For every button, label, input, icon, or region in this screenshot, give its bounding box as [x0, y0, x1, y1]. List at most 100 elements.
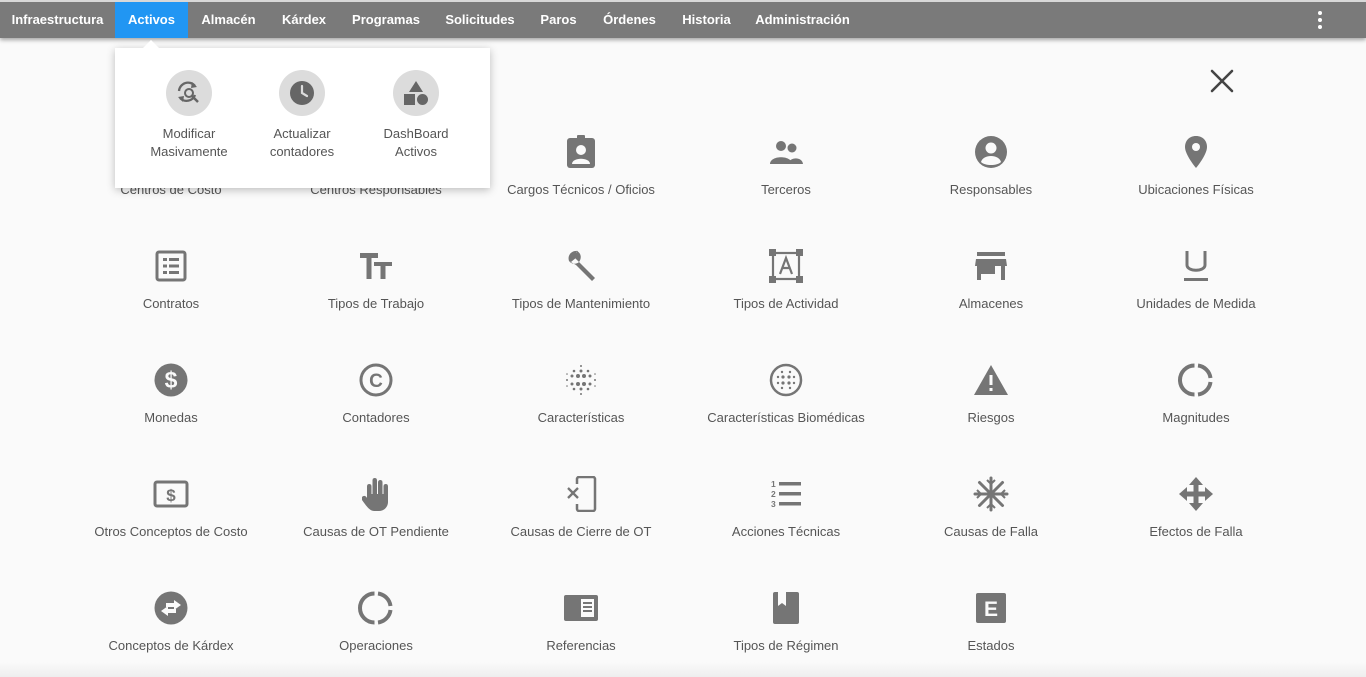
tile-label: Características: [537, 410, 625, 425]
tile-tipos-actividad[interactable]: Tipos de Actividad: [686, 248, 886, 328]
tile-estados[interactable]: E Estados: [891, 590, 1091, 670]
tile-label: Magnitudes: [1162, 410, 1230, 425]
more-vert-icon[interactable]: [1309, 2, 1331, 38]
menu-item-label: Modificar Masivamente: [134, 125, 244, 161]
svg-text:$: $: [166, 486, 176, 505]
menu-item-label: Actualizar contadores: [247, 125, 357, 161]
tile-label: Contratos: [142, 296, 200, 311]
tile-label: Causas de OT Pendiente: [303, 524, 449, 539]
tile-tipos-trabajo[interactable]: Tipos de Trabajo: [276, 248, 476, 328]
tile-label: Terceros: [761, 182, 811, 197]
tile-unidades-medida[interactable]: Unidades de Medida: [1096, 248, 1296, 328]
nav-item-administracion[interactable]: Administración: [744, 2, 861, 38]
svg-text:C: C: [369, 371, 383, 392]
format-list-numbered-icon: 1 2 3: [771, 479, 801, 509]
menu-item-label: DashBoard Activos: [361, 125, 471, 161]
tile-label: Operaciones: [339, 638, 413, 653]
menu-item-label-line2: Masivamente: [150, 144, 228, 159]
tile-efectos-falla[interactable]: Efectos de Falla: [1096, 476, 1296, 556]
tile-label: Tipos de Mantenimiento: [511, 296, 651, 311]
icon-circle: [279, 70, 325, 116]
bottom-shadow: [0, 662, 1366, 677]
svg-text:3: 3: [771, 499, 776, 509]
icon-circle: [166, 70, 212, 116]
tile-label: Ubicaciones Físicas: [1138, 182, 1254, 197]
tile-label: Tipos de Régimen: [733, 638, 839, 653]
nav-item-programas[interactable]: Programas: [339, 2, 433, 38]
tile-label: Efectos de Falla: [1149, 524, 1243, 539]
tile-contadores[interactable]: C Contadores: [276, 362, 476, 442]
tile-referencias[interactable]: Referencias: [481, 590, 681, 670]
tile-ubicaciones-fisicas[interactable]: Ubicaciones Físicas: [1096, 134, 1296, 214]
tile-responsables[interactable]: Responsables: [891, 134, 1091, 214]
nav-item-historia[interactable]: Historia: [669, 2, 744, 38]
tile-monedas[interactable]: $ Monedas: [71, 362, 271, 442]
tile-label: Cargos Técnicos / Oficios: [507, 182, 655, 197]
people-icon: [770, 141, 803, 164]
tile-causas-ot-pendiente[interactable]: Causas de OT Pendiente: [276, 476, 476, 556]
text-fields-icon: [360, 253, 392, 279]
tile-label: Otros Conceptos de Costo: [94, 524, 248, 539]
copyright-icon: C: [359, 363, 393, 397]
money-icon: $: [153, 480, 189, 508]
close-button[interactable]: [1206, 65, 1238, 97]
open-with-icon: [1179, 477, 1213, 511]
tile-causas-falla[interactable]: Causas de Falla: [891, 476, 1091, 556]
tile-terceros[interactable]: Terceros: [686, 134, 886, 214]
tile-operaciones[interactable]: Operaciones: [276, 590, 476, 670]
letter-e-box-icon: E: [976, 593, 1006, 623]
tile-label: Acciones Técnicas: [731, 524, 841, 539]
tile-label: Contadores: [342, 410, 410, 425]
tile-otros-conceptos-costo[interactable]: $ Otros Conceptos de Costo: [71, 476, 271, 556]
blur-dots-icon: [566, 365, 596, 395]
pan-tool-icon: [362, 478, 388, 511]
menu-item-dashboard-activos[interactable]: DashBoard Activos: [361, 70, 471, 170]
tile-label: Características Biomédicas: [707, 410, 865, 425]
tile-label: Almacenes: [958, 296, 1024, 311]
nav-item-infraestructura[interactable]: Infraestructura: [0, 2, 115, 38]
tile-caracteristicas-biomedicas[interactable]: Características Biomédicas: [686, 362, 886, 442]
close-icon: [1210, 69, 1234, 93]
menu-item-label-line2: Activos: [395, 144, 437, 159]
tile-label: Causas de Falla: [944, 524, 1038, 539]
tile-acciones-tecnicas[interactable]: 1 2 3 Acciones Técnicas: [686, 476, 886, 556]
tile-label: Tipos de Actividad: [733, 296, 839, 311]
tile-label: Responsables: [949, 182, 1033, 197]
dollar-circle-icon: $: [154, 363, 188, 397]
tile-cargos-tecnicos[interactable]: Cargos Técnicos / Oficios: [481, 134, 681, 214]
nav-item-activos[interactable]: Activos: [115, 2, 188, 38]
menu-item-actualizar-contadores[interactable]: Actualizar contadores: [247, 70, 357, 170]
location-pin-icon: [1185, 136, 1207, 168]
phonelink-erase-icon: [567, 476, 597, 512]
nav-item-almacen[interactable]: Almacén: [188, 2, 269, 38]
underline-icon: [1184, 251, 1208, 281]
tile-almacenes[interactable]: Almacenes: [891, 248, 1091, 328]
tile-magnitudes[interactable]: Magnitudes: [1096, 362, 1296, 442]
svg-text:2: 2: [771, 489, 776, 499]
dropdown-arrow: [143, 40, 159, 48]
data-usage-icon: [358, 591, 393, 625]
menu-item-modificar-masivamente[interactable]: Modificar Masivamente: [134, 70, 244, 170]
nav-item-kardex[interactable]: Kárdex: [269, 2, 339, 38]
tile-label: Estados: [967, 638, 1015, 653]
tile-tipos-regimen[interactable]: Tipos de Régimen: [686, 590, 886, 670]
menu-item-label-line1: Actualizar: [273, 126, 331, 141]
nav-item-solicitudes[interactable]: Solicitudes: [433, 2, 527, 38]
svg-text:1: 1: [771, 479, 776, 489]
nav-item-ordenes[interactable]: Órdenes: [590, 2, 669, 38]
tile-conceptos-kardex[interactable]: Conceptos de Kárdex: [71, 590, 271, 670]
top-navbar: Infraestructura Activos Almacén Kárdex P…: [0, 0, 1366, 38]
list-alt-icon: [155, 250, 187, 282]
tile-tipos-mantenimiento[interactable]: Tipos de Mantenimiento: [481, 248, 681, 328]
swap-horiz-circle-icon: [154, 591, 188, 625]
tile-riesgos[interactable]: Riesgos: [891, 362, 1091, 442]
sync-search-icon: [177, 81, 199, 103]
warning-icon: [974, 365, 1008, 395]
tile-caracteristicas[interactable]: Características: [481, 362, 681, 442]
tile-label: Riesgos: [967, 410, 1015, 425]
tile-contratos[interactable]: Contratos: [71, 248, 271, 328]
menu-item-label-line1: Modificar: [162, 126, 216, 141]
tile-causas-cierre-ot[interactable]: Causas de Cierre de OT: [481, 476, 681, 556]
nav-item-paros[interactable]: Paros: [527, 2, 590, 38]
tile-label: Unidades de Medida: [1136, 296, 1256, 311]
